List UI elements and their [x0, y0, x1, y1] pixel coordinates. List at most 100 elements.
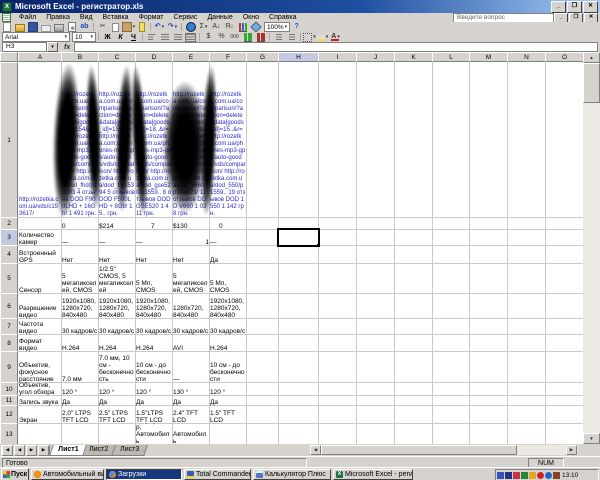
formula-input[interactable]: [74, 42, 598, 52]
cell-G9[interactable]: [246, 351, 279, 383]
cell-J1[interactable]: [356, 62, 395, 218]
cell-L7[interactable]: [432, 318, 470, 335]
tray-icon-7[interactable]: [545, 472, 552, 479]
prev-sheet-icon[interactable]: ◀: [14, 445, 25, 456]
cell-E5[interactable]: 5 мегапикселей, CMOS: [172, 263, 210, 294]
font-size-select[interactable]: 10▾: [72, 32, 96, 42]
selected-cell-H3[interactable]: [277, 228, 320, 247]
cell-A5[interactable]: Сенсор: [18, 263, 62, 294]
align-left-button[interactable]: [145, 32, 158, 42]
sheet-tab-1[interactable]: Лист1: [49, 445, 87, 456]
decrease-indent-button[interactable]: [272, 32, 285, 42]
cell-E10[interactable]: 130 °: [172, 382, 210, 396]
cell-D4[interactable]: Нет: [135, 245, 173, 264]
cell-K13[interactable]: [394, 423, 433, 444]
cell-B13[interactable]: [61, 423, 99, 444]
cell-L4[interactable]: [432, 245, 470, 264]
row-header-7[interactable]: 7: [0, 318, 18, 335]
cell-H6[interactable]: [278, 293, 319, 319]
cell-G10[interactable]: [246, 382, 279, 396]
fill-handle[interactable]: [317, 244, 320, 247]
increase-decimal-button[interactable]: [241, 32, 254, 42]
cell-D8[interactable]: H.264: [135, 334, 173, 352]
cell-G13[interactable]: [246, 423, 279, 444]
cell-F8[interactable]: H.264: [209, 334, 247, 352]
mail-button[interactable]: [39, 22, 52, 32]
tray-icon-4[interactable]: [521, 472, 528, 479]
cell-A6[interactable]: Разрешение видео: [18, 293, 62, 319]
cell-C9[interactable]: 7.0 мм, 10 см - бесконечность: [98, 351, 136, 383]
cell-O12[interactable]: [545, 405, 583, 424]
cell-M10[interactable]: [469, 382, 508, 396]
cell-J10[interactable]: [356, 382, 395, 396]
cell-F9[interactable]: 10 см - до бесконечности: [209, 351, 247, 383]
column-header-L[interactable]: L: [432, 52, 470, 62]
cell-C12[interactable]: 2.5" LTPS TFT LCD: [98, 405, 136, 424]
print-button[interactable]: [52, 22, 65, 32]
cell-I13[interactable]: [318, 423, 357, 444]
cell-B7[interactable]: 30 кадров/с: [61, 318, 99, 335]
vertical-scroll-thumb[interactable]: [583, 63, 600, 103]
open-button[interactable]: [13, 22, 26, 32]
cell-F6[interactable]: 1920x1080, 1280x720, 840x480: [209, 293, 247, 319]
cell-J5[interactable]: [356, 263, 395, 294]
column-header-G[interactable]: G: [246, 52, 279, 62]
cell-C6[interactable]: 1920x1080, 1280x720, 840x480: [98, 293, 136, 319]
cell-M9[interactable]: [469, 351, 508, 383]
cell-G8[interactable]: [246, 334, 279, 352]
cell-L6[interactable]: [432, 293, 470, 319]
font-name-select[interactable]: Arial▾: [2, 32, 70, 42]
help-button[interactable]: ?: [290, 22, 303, 32]
cell-N4[interactable]: [507, 245, 546, 264]
cell-G12[interactable]: [246, 405, 279, 424]
cell-I9[interactable]: [318, 351, 357, 383]
cell-C13[interactable]: [98, 423, 136, 444]
minimize-button[interactable]: _: [551, 1, 566, 13]
cell-A9[interactable]: Объектив, фокусное расстояние: [18, 351, 62, 383]
scroll-left-icon[interactable]: ◀: [310, 445, 321, 455]
row-header-8[interactable]: 8: [0, 334, 18, 352]
sort-ascending-button[interactable]: А↓: [210, 22, 223, 32]
cell-H9[interactable]: [278, 351, 319, 383]
menu-3[interactable]: Вставка: [98, 13, 134, 22]
vertical-scrollbar[interactable]: [583, 52, 600, 444]
cell-H4[interactable]: [278, 245, 319, 264]
cell-B8[interactable]: H.264: [61, 334, 99, 352]
cell-G5[interactable]: [246, 263, 279, 294]
cell-M3[interactable]: [469, 229, 508, 246]
insert-hyperlink-button[interactable]: [184, 22, 197, 32]
cell-K3[interactable]: [394, 229, 433, 246]
cell-D9[interactable]: 10 см - до бесконечности: [135, 351, 173, 383]
cell-D12[interactable]: 1.5"LTPS TFT LCD: [135, 405, 173, 424]
cell-O13[interactable]: [545, 423, 583, 444]
cell-I5[interactable]: [318, 263, 357, 294]
select-all-corner[interactable]: [0, 52, 18, 62]
cell-A7[interactable]: Частота видео: [18, 318, 62, 335]
taskbar-button-1[interactable]: Автомобильный видео...: [31, 469, 104, 480]
cell-L9[interactable]: [432, 351, 470, 383]
row-header-1[interactable]: 1: [0, 62, 18, 218]
cell-A4[interactable]: Встроенный GPS: [18, 245, 62, 264]
menu-5[interactable]: Сервис: [168, 13, 202, 22]
zoom-select[interactable]: 100%▾: [264, 22, 290, 32]
cell-B4[interactable]: Нет: [61, 245, 99, 264]
menu-0[interactable]: Файл: [14, 13, 41, 22]
cell-A10[interactable]: Объектив, угол обзора: [18, 382, 62, 396]
column-header-K[interactable]: K: [394, 52, 433, 62]
column-header-I[interactable]: I: [318, 52, 357, 62]
cell-H13[interactable]: [278, 423, 319, 444]
cell-J6[interactable]: [356, 293, 395, 319]
menu-6[interactable]: Данные: [202, 13, 237, 22]
cell-O3[interactable]: [545, 229, 583, 246]
print-preview-button[interactable]: [65, 22, 78, 32]
cell-O8[interactable]: [545, 334, 583, 352]
cell-J12[interactable]: [356, 405, 395, 424]
cell-E8[interactable]: AVI: [172, 334, 210, 352]
cell-L10[interactable]: [432, 382, 470, 396]
row-header-6[interactable]: 6: [0, 293, 18, 319]
menu-8[interactable]: Справка: [264, 13, 301, 22]
cell-I4[interactable]: [318, 245, 357, 264]
thousands-button[interactable]: 000: [228, 32, 241, 42]
cell-M8[interactable]: [469, 334, 508, 352]
last-sheet-icon[interactable]: ▶: [38, 445, 50, 456]
